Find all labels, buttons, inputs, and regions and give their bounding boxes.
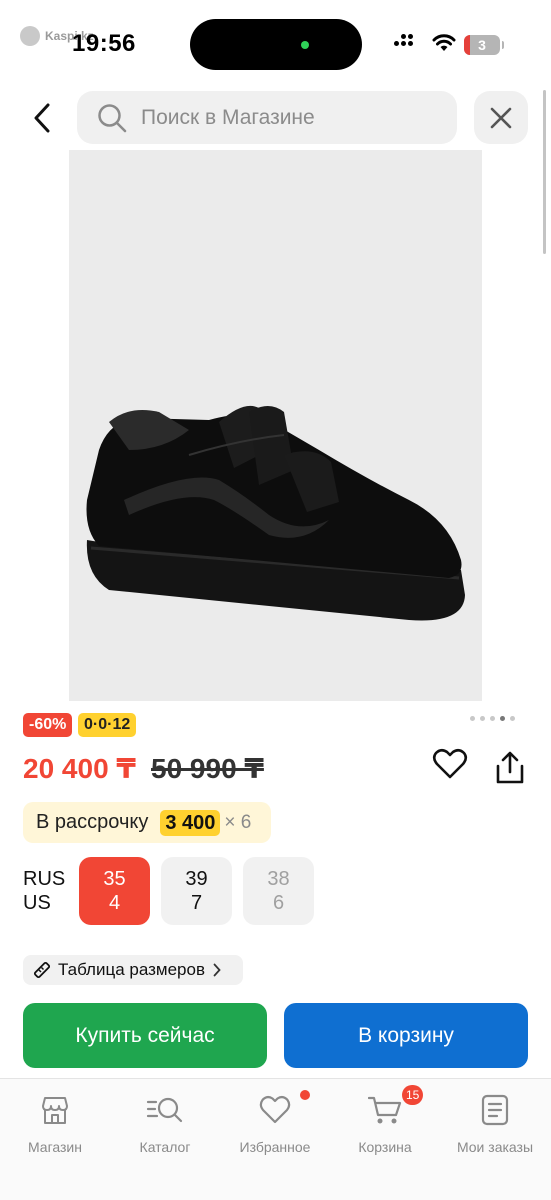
- search-input[interactable]: Поиск в Магазине: [77, 91, 457, 144]
- size-option-unavailable[interactable]: 38 6: [243, 857, 314, 925]
- heart-icon: [432, 748, 468, 779]
- ruler-icon: [33, 961, 51, 979]
- camera-indicator-dot: [301, 41, 309, 49]
- share-button[interactable]: [493, 750, 527, 791]
- notification-dot: [300, 1090, 310, 1100]
- size-table-label: Таблица размеров: [58, 960, 205, 979]
- gallery-dot[interactable]: [470, 716, 475, 721]
- gallery-dot[interactable]: [510, 716, 515, 721]
- chevron-right-icon: [213, 963, 221, 977]
- tab-label: Мои заказы: [456, 1139, 534, 1155]
- bottom-tab-bar: Магазин Каталог Избранное 15 Корзина Мои…: [0, 1078, 551, 1200]
- heart-icon: [259, 1095, 291, 1124]
- add-to-cart-button[interactable]: В корзину: [284, 1003, 528, 1068]
- buy-now-button[interactable]: Купить сейчас: [23, 1003, 267, 1068]
- chevron-left-icon: [34, 103, 50, 133]
- tab-label: Магазин: [27, 1139, 82, 1155]
- wifi-icon: [432, 34, 456, 51]
- cart-icon: [368, 1096, 402, 1124]
- kaspi-app-icon: [20, 26, 40, 46]
- scrollbar[interactable]: [543, 90, 546, 254]
- tab-cart[interactable]: 15 Корзина: [330, 1085, 440, 1155]
- installment-multiplier: × 6: [224, 811, 252, 833]
- gallery-pagination: [470, 716, 515, 721]
- tab-orders[interactable]: Мои заказы: [440, 1091, 550, 1155]
- status-time: 19:56: [72, 30, 136, 57]
- installment-badge: 0·0·12: [78, 713, 137, 737]
- size-option-selected[interactable]: 35 4: [79, 857, 150, 925]
- tab-store[interactable]: Магазин: [0, 1091, 110, 1155]
- tab-label: Избранное: [239, 1139, 311, 1155]
- tab-favorites[interactable]: Избранное: [220, 1090, 330, 1155]
- catalog-search-icon: [146, 1097, 183, 1123]
- current-price: 20 400 ₸: [23, 753, 136, 784]
- tab-label: Корзина: [358, 1139, 412, 1155]
- size-us: 6: [272, 892, 285, 914]
- size-rus: 38: [267, 868, 290, 890]
- size-label-rus: RUS: [23, 868, 66, 890]
- gallery-dot[interactable]: [490, 716, 495, 721]
- size-label-us: US: [23, 892, 51, 914]
- size-system-labels: RUS US: [23, 867, 65, 915]
- tab-catalog[interactable]: Каталог: [110, 1091, 220, 1155]
- installment-option[interactable]: В рассрочку 3 400 × 6: [23, 802, 271, 843]
- installment-amount: 3 400: [160, 809, 221, 836]
- installment-label: В рассрочку: [36, 811, 149, 833]
- gallery-dot-active[interactable]: [500, 716, 505, 721]
- search-placeholder: Поиск в Магазине: [141, 105, 315, 129]
- favorite-button[interactable]: [432, 748, 468, 785]
- close-icon: [490, 107, 512, 128]
- battery-level: 3: [478, 37, 486, 53]
- sneaker-illustration: [86, 405, 465, 621]
- status-bar: Kaspi.kz 19:56 3: [0, 0, 551, 86]
- store-icon: [42, 1097, 68, 1124]
- size-rus: 35: [103, 868, 126, 890]
- discount-badge: -60%: [23, 713, 73, 737]
- orders-icon: [481, 1094, 509, 1126]
- size-us: 7: [190, 892, 203, 914]
- cellular-signal-icon: [394, 34, 413, 46]
- close-button[interactable]: [474, 91, 528, 144]
- size-option[interactable]: 39 7: [161, 857, 232, 925]
- size-rus: 39: [185, 868, 208, 890]
- dynamic-island: [190, 19, 362, 70]
- tab-label: Каталог: [139, 1139, 191, 1155]
- search-icon: [98, 103, 127, 132]
- gallery-dot[interactable]: [480, 716, 485, 721]
- cart-count-badge: 15: [402, 1085, 424, 1105]
- size-table-link[interactable]: Таблица размеров: [23, 955, 243, 985]
- old-price: 50 990 ₸: [151, 753, 264, 784]
- product-image[interactable]: [69, 150, 482, 701]
- battery-icon: 3: [464, 35, 504, 55]
- back-button[interactable]: [24, 96, 60, 140]
- share-icon: [496, 751, 524, 784]
- size-us: 4: [108, 892, 121, 914]
